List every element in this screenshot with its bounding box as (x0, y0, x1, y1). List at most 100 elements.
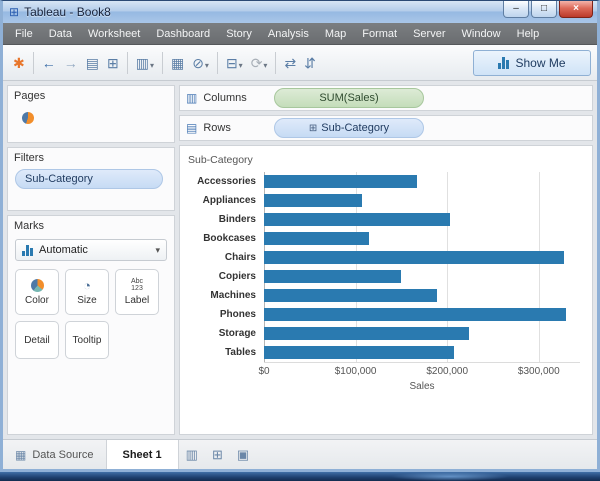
columns-pill-sum-sales[interactable]: SUM(Sales) (274, 88, 424, 108)
back-button[interactable]: ← (38, 52, 60, 74)
pages-decoration-icon (22, 112, 34, 124)
filters-title: Filters (8, 148, 174, 166)
bar-row (264, 267, 580, 286)
sheet1-tab[interactable]: Sheet 1 (107, 440, 179, 469)
duplicate-icon: ▦ (171, 55, 184, 71)
duplicate-button[interactable]: ▦ (167, 52, 188, 74)
bar-appliances[interactable] (264, 194, 362, 207)
sort-button[interactable]: ⇵ (300, 52, 320, 74)
category-label: Accessories (188, 172, 264, 191)
mark-type-dropdown[interactable]: Automatic ▾ (15, 239, 167, 261)
menu-server[interactable]: Server (405, 23, 453, 45)
bar-bookcases[interactable] (264, 232, 369, 245)
filter-pill-label: Sub-Category (25, 173, 93, 185)
bar-row (264, 172, 580, 191)
refresh-button[interactable]: ⟳▾ (247, 52, 272, 74)
close-button[interactable]: × (559, 1, 593, 18)
save-icon: ▤ (86, 55, 99, 71)
sort-icon: ⇵ (304, 55, 316, 71)
show-me-chart-icon (498, 57, 509, 69)
clear-sheet-icon: ⊘ (192, 55, 204, 71)
rows-shelf[interactable]: ▤ Rows ⊞ Sub-Category (179, 115, 593, 141)
caret-down-icon: ▾ (205, 61, 209, 71)
minimize-button[interactable]: – (503, 1, 529, 18)
category-axis: AccessoriesAppliancesBindersBookcasesCha… (188, 172, 264, 363)
group-button[interactable]: ⊟▾ (222, 52, 247, 74)
tableau-window: ⊞ Tableau - Book8 – □ × FileDataWorkshee… (0, 0, 600, 472)
x-tick-label: $200,000 (426, 366, 468, 377)
maximize-button[interactable]: □ (531, 1, 557, 18)
save-button[interactable]: ▤ (82, 52, 103, 74)
toolbar-separator (275, 52, 276, 74)
bar-phones[interactable] (264, 308, 566, 321)
new-worksheet-button[interactable]: ▥▾ (132, 52, 158, 74)
menu-worksheet[interactable]: Worksheet (80, 23, 148, 45)
category-label: Phones (188, 305, 264, 324)
sheet1-tab-label: Sheet 1 (123, 449, 162, 461)
bar-copiers[interactable] (264, 270, 401, 283)
new-sheet-buttons: ▥⊞▣ (179, 440, 257, 469)
toolbar-icons: ✱←→▤⊞▥▾▦⊘▾⊟▾⟳▾⇄⇵ (9, 52, 320, 74)
data-source-icon: ▦ (15, 448, 26, 462)
toolbar-separator (127, 52, 128, 74)
columns-pill-label: SUM(Sales) (319, 92, 378, 104)
bar-tables[interactable] (264, 346, 454, 359)
columns-shelf[interactable]: ▥ Columns SUM(Sales) (179, 85, 593, 111)
windows-taskbar[interactable] (0, 472, 600, 481)
detail-label: Detail (24, 335, 50, 346)
x-tick-label: $0 (258, 366, 269, 377)
tooltip-label: Tooltip (73, 335, 102, 346)
clear-sheet-button[interactable]: ⊘▾ (188, 52, 213, 74)
bar-storage[interactable] (264, 327, 469, 340)
menu-dashboard[interactable]: Dashboard (148, 23, 218, 45)
menu-window[interactable]: Window (454, 23, 509, 45)
back-icon: ← (42, 55, 56, 71)
caret-down-icon: ▾ (239, 61, 243, 71)
bar-binders[interactable] (264, 213, 450, 226)
category-label: Appliances (188, 191, 264, 210)
menu-map[interactable]: Map (317, 23, 354, 45)
menu-help[interactable]: Help (509, 23, 548, 45)
size-icon: ◔ (83, 279, 91, 292)
bar-machines[interactable] (264, 289, 437, 302)
add-data-button[interactable]: ⊞ (103, 52, 123, 74)
menu-bar: FileDataWorksheetDashboardStoryAnalysisM… (3, 23, 597, 45)
menu-data[interactable]: Data (41, 23, 80, 45)
marks-buttons: Color ◔ Size Abc 123 Label Detai (8, 266, 174, 362)
forward-button[interactable]: → (60, 52, 82, 74)
forward-icon: → (64, 55, 78, 71)
chart-body: AccessoriesAppliancesBindersBookcasesCha… (188, 172, 580, 363)
main-area: Pages Filters Sub-Category Marks Automat… (3, 81, 597, 439)
right-area: ▥ Columns SUM(Sales) ▤ Rows ⊞ Sub-Catego… (179, 85, 593, 435)
rows-icon: ▤ (186, 121, 197, 135)
bar-accessories[interactable] (264, 175, 417, 188)
marks-card: Marks Automatic ▾ Color ◔ Size (7, 215, 175, 435)
rows-pill-sub-category[interactable]: ⊞ Sub-Category (274, 118, 424, 138)
new-worksheet-button[interactable]: ▥ (179, 447, 205, 463)
titlebar: ⊞ Tableau - Book8 – □ × (3, 1, 597, 23)
label-button[interactable]: Abc 123 Label (115, 269, 159, 315)
toolbar-separator (33, 52, 34, 74)
refresh-icon: ⟳ (251, 55, 263, 71)
tooltip-button[interactable]: Tooltip (65, 321, 109, 359)
pages-title: Pages (8, 86, 174, 104)
menu-format[interactable]: Format (354, 23, 405, 45)
menu-file[interactable]: File (7, 23, 41, 45)
detail-button[interactable]: Detail (15, 321, 59, 359)
color-button[interactable]: Color (15, 269, 59, 315)
new-story-button[interactable]: ▣ (230, 447, 256, 463)
show-me-label: Show Me (515, 56, 565, 70)
show-me-button[interactable]: Show Me (473, 50, 591, 76)
swap-rows-columns-icon: ⇄ (284, 55, 296, 71)
swap-rows-columns-button[interactable]: ⇄ (280, 52, 300, 74)
chart-header: Sub-Category (188, 154, 580, 166)
menu-story[interactable]: Story (218, 23, 260, 45)
tableau-logo-button[interactable]: ✱ (9, 52, 29, 74)
bar-chairs[interactable] (264, 251, 564, 264)
new-dashboard-button[interactable]: ⊞ (205, 447, 230, 463)
menu-analysis[interactable]: Analysis (260, 23, 317, 45)
size-button[interactable]: ◔ Size (65, 269, 109, 315)
bar-row (264, 343, 580, 362)
data-source-tab[interactable]: ▦ Data Source (3, 440, 107, 469)
filter-pill-sub-category[interactable]: Sub-Category (15, 169, 163, 189)
